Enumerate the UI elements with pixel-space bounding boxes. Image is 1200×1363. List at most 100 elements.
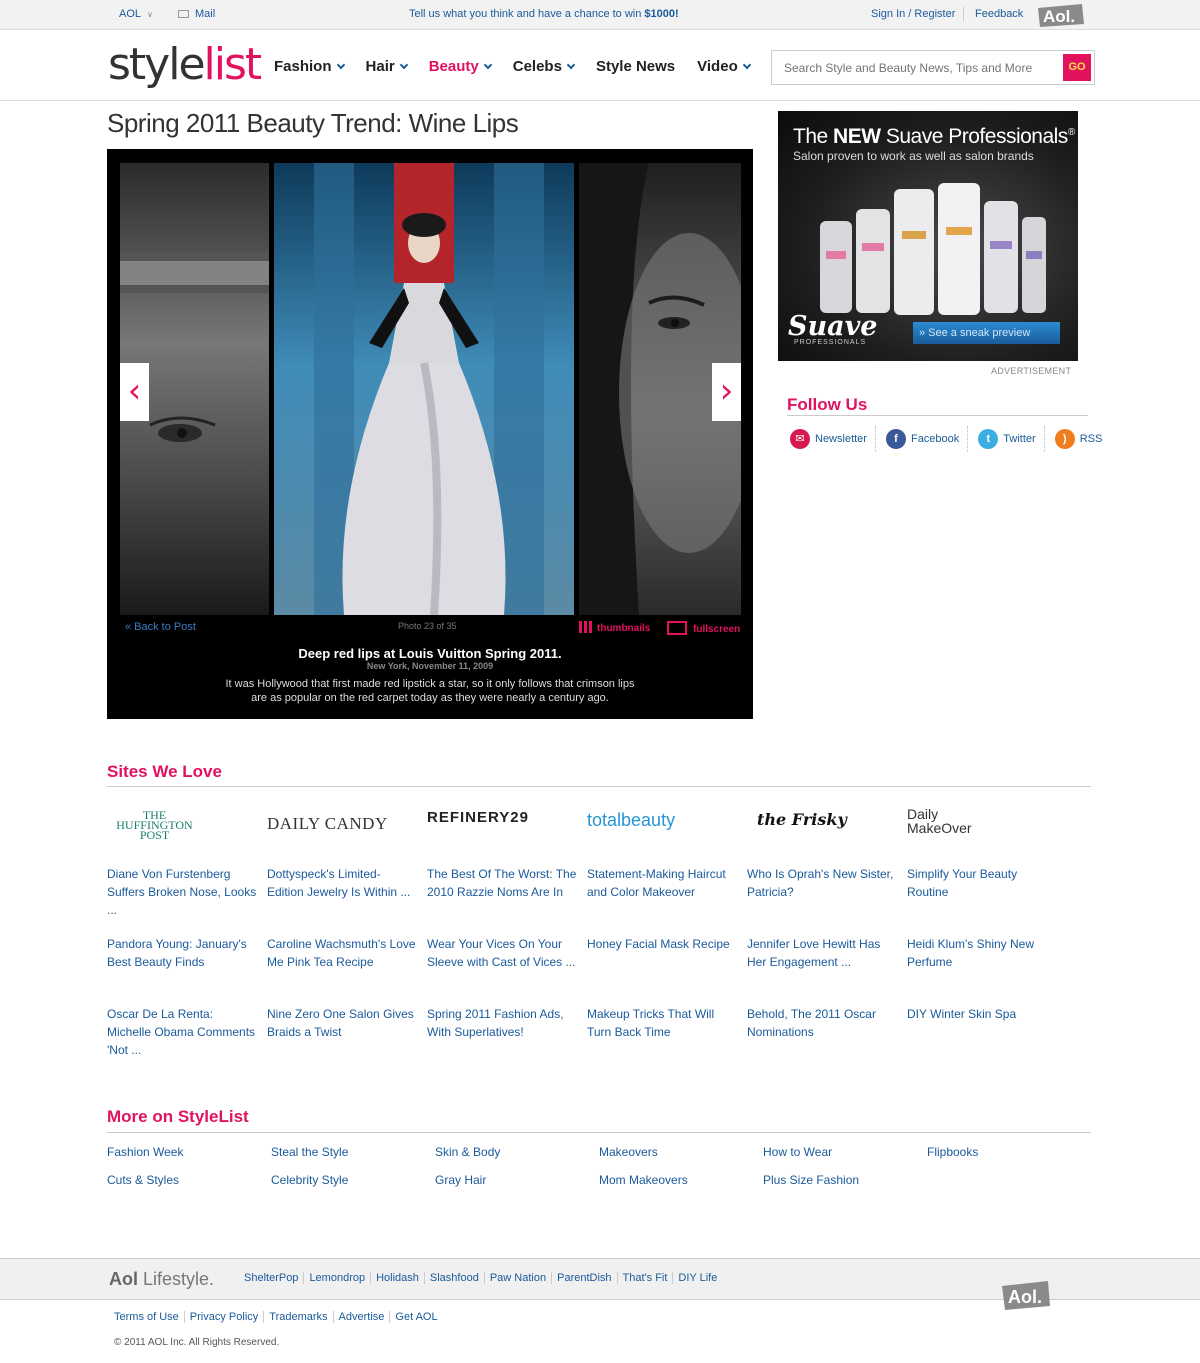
ad-headline-bold: NEW	[833, 125, 881, 148]
aol-logo[interactable]: Aol.	[999, 1278, 1051, 1312]
lifestyle-link[interactable]: Slashfood	[425, 1272, 485, 1284]
nav-label: Hair	[365, 58, 395, 75]
legal-link[interactable]: Trademarks	[264, 1311, 334, 1323]
ad-brand-logo: Suave	[788, 311, 878, 342]
ad-headline: The NEW Suave Professionals®	[793, 125, 1075, 149]
lifestyle-link[interactable]: ParentDish	[552, 1272, 618, 1284]
aol-menu-label: AOL	[119, 8, 142, 20]
feedback-link[interactable]: Feedback	[975, 8, 1023, 20]
nav-label: Celebs	[512, 58, 562, 75]
logo-list-text: list	[203, 39, 263, 90]
twitter-link[interactable]: t Twitter	[978, 426, 1045, 452]
more-link[interactable]: Plus Size Fashion	[763, 1173, 859, 1187]
suave-advertisement[interactable]: The NEW Suave Professionals® Salon prove…	[778, 111, 1078, 361]
thumbnails-label: thumbnails	[597, 623, 651, 634]
site-article-link[interactable]: Makeup Tricks That Will Turn Back Time	[587, 1005, 737, 1041]
site-article-link[interactable]: Jennifer Love Hewitt Has Her Engagement …	[747, 935, 897, 971]
the-frisky-logo[interactable]: the Frisky	[757, 806, 907, 846]
legal-link[interactable]: Privacy Policy	[185, 1311, 265, 1323]
mail-label: Mail	[195, 8, 216, 20]
chevron-down-icon	[566, 60, 576, 70]
aol-logo[interactable]: Aol.	[1035, 2, 1085, 28]
stylelist-logo[interactable]: stylelist	[108, 39, 263, 90]
thumbnails-button[interactable]: thumbnails	[579, 621, 650, 634]
sign-in-register-link[interactable]: Sign In / Register	[871, 8, 955, 20]
feedback-promo-link[interactable]: Tell us what you think and have a chance…	[409, 8, 679, 20]
gallery-photo-current[interactable]	[274, 163, 574, 615]
site-article-link[interactable]: Simplify Your Beauty Routine	[907, 865, 1057, 901]
site-article-link[interactable]: Behold, The 2011 Oscar Nominations	[747, 1005, 897, 1041]
nav-item-celebs[interactable]: Celebs	[512, 58, 576, 75]
huffington-post-logo[interactable]: THE HUFFINGTON POST	[107, 806, 257, 846]
legal-link[interactable]: Terms of Use	[114, 1311, 185, 1323]
facebook-link[interactable]: f Facebook	[885, 426, 969, 452]
site-header: stylelist Fashion Hair Beauty Celebs Sty…	[0, 30, 1200, 101]
more-link[interactable]: How to Wear	[763, 1145, 832, 1159]
nav-item-style-news[interactable]: Style News	[596, 58, 675, 75]
site-article-link[interactable]: Wear Your Vices On Your Sleeve with Cast…	[427, 935, 579, 971]
nav-item-fashion[interactable]: Fashion	[274, 58, 345, 75]
site-article-link[interactable]: Diane Von Furstenberg Suffers Broken Nos…	[107, 865, 257, 919]
site-article-link[interactable]: Nine Zero One Salon Gives Braids a Twist	[267, 1005, 417, 1041]
fullscreen-button[interactable]: fullscreen	[667, 621, 740, 635]
main-nav: Fashion Hair Beauty Celebs Style News Vi…	[274, 58, 772, 75]
lifestyle-link[interactable]: ShelterPop	[244, 1272, 305, 1284]
more-link[interactable]: Cuts & Styles	[107, 1173, 179, 1187]
site-article-link[interactable]: The Best Of The Worst: The 2010 Razzie N…	[427, 865, 579, 901]
site-article-link[interactable]: Honey Facial Mask Recipe	[587, 935, 737, 953]
next-photo-button[interactable]: ›	[712, 363, 741, 421]
nav-item-video[interactable]: Video	[697, 58, 751, 75]
runway-photo	[274, 163, 574, 615]
previous-photo-button[interactable]: ‹	[120, 363, 149, 421]
lifestyle-link[interactable]: That's Fit	[618, 1272, 674, 1284]
fullscreen-label: fullscreen	[693, 624, 741, 635]
more-link[interactable]: Steal the Style	[271, 1145, 348, 1159]
nav-item-hair[interactable]: Hair	[365, 58, 408, 75]
more-link[interactable]: Makeovers	[599, 1145, 658, 1159]
legal-link[interactable]: Advertise	[334, 1311, 391, 1323]
aol-menu[interactable]: AOL ∨	[119, 8, 153, 20]
see-sneak-preview-button[interactable]: » See a sneak preview	[913, 322, 1060, 344]
aol-lifestyle-logo[interactable]: Aol Lifestyle.	[109, 1269, 214, 1290]
site-article-link[interactable]: Pandora Young: January's Best Beauty Fin…	[107, 935, 257, 971]
site-article-link[interactable]: Oscar De La Renta: Michelle Obama Commen…	[107, 1005, 257, 1059]
site-article-link[interactable]: Caroline Wachsmuth's Love Me Pink Tea Re…	[267, 935, 417, 971]
back-to-post-link[interactable]: « Back to Post	[125, 621, 196, 633]
nav-label: Video	[697, 58, 738, 75]
promo-amount: $1000!	[644, 8, 679, 20]
daily-makeover-logo[interactable]: Daily MakeOver	[907, 806, 1057, 846]
more-link[interactable]: Flipbooks	[927, 1145, 978, 1159]
nav-item-beauty[interactable]: Beauty	[429, 58, 492, 75]
page-title: Spring 2011 Beauty Trend: Wine Lips	[107, 108, 519, 138]
lifestyle-link[interactable]: Lemondrop	[304, 1272, 372, 1284]
legal-link[interactable]: Get AOL	[390, 1311, 442, 1323]
lifestyle-link[interactable]: Holidash	[371, 1272, 425, 1284]
site-article-link[interactable]: Who Is Oprah's New Sister, Patricia?	[747, 865, 899, 901]
lifestyle-link[interactable]: DIY Life	[673, 1272, 722, 1284]
site-article-link[interactable]: Dottyspeck's Limited-Edition Jewelry Is …	[267, 865, 417, 901]
site-article-link[interactable]: Statement-Making Haircut and Color Makeo…	[587, 865, 737, 901]
site-article-link[interactable]: DIY Winter Skin Spa	[907, 1005, 1057, 1023]
chevron-right-icon: ›	[719, 371, 734, 411]
photo-gallery: ‹ › « Back to Post Photo 23 of 35 thumbn…	[107, 149, 753, 719]
more-link[interactable]: Celebrity Style	[271, 1173, 348, 1187]
newsletter-link[interactable]: ✉ Newsletter	[790, 426, 876, 452]
more-link[interactable]: Gray Hair	[435, 1173, 486, 1187]
site-article-link[interactable]: Spring 2011 Fashion Ads, With Superlativ…	[427, 1005, 579, 1041]
mail-link[interactable]: Mail	[178, 8, 215, 20]
search-input[interactable]	[772, 51, 1052, 84]
more-link[interactable]: Skin & Body	[435, 1145, 500, 1159]
daily-candy-logo[interactable]: DAILY CANDY	[267, 806, 417, 846]
rss-link[interactable]: ) RSS	[1054, 426, 1111, 452]
ad-headline-post: Suave Professionals	[880, 125, 1068, 148]
lifestyle-link[interactable]: Paw Nation	[485, 1272, 553, 1284]
twitter-icon: t	[978, 429, 999, 449]
site-article-link[interactable]: Heidi Klum's Shiny New Perfume	[907, 935, 1057, 971]
aol-brand-text: Aol	[109, 1269, 138, 1289]
totalbeauty-logo[interactable]: totalbeauty	[587, 806, 737, 846]
site-logo-text: THE HUFFINGTON POST	[116, 808, 193, 842]
more-link[interactable]: Fashion Week	[107, 1145, 183, 1159]
refinery29-logo[interactable]: REFINERY29	[427, 806, 577, 846]
more-link[interactable]: Mom Makeovers	[599, 1173, 688, 1187]
search-go-button[interactable]: GO	[1063, 54, 1091, 81]
